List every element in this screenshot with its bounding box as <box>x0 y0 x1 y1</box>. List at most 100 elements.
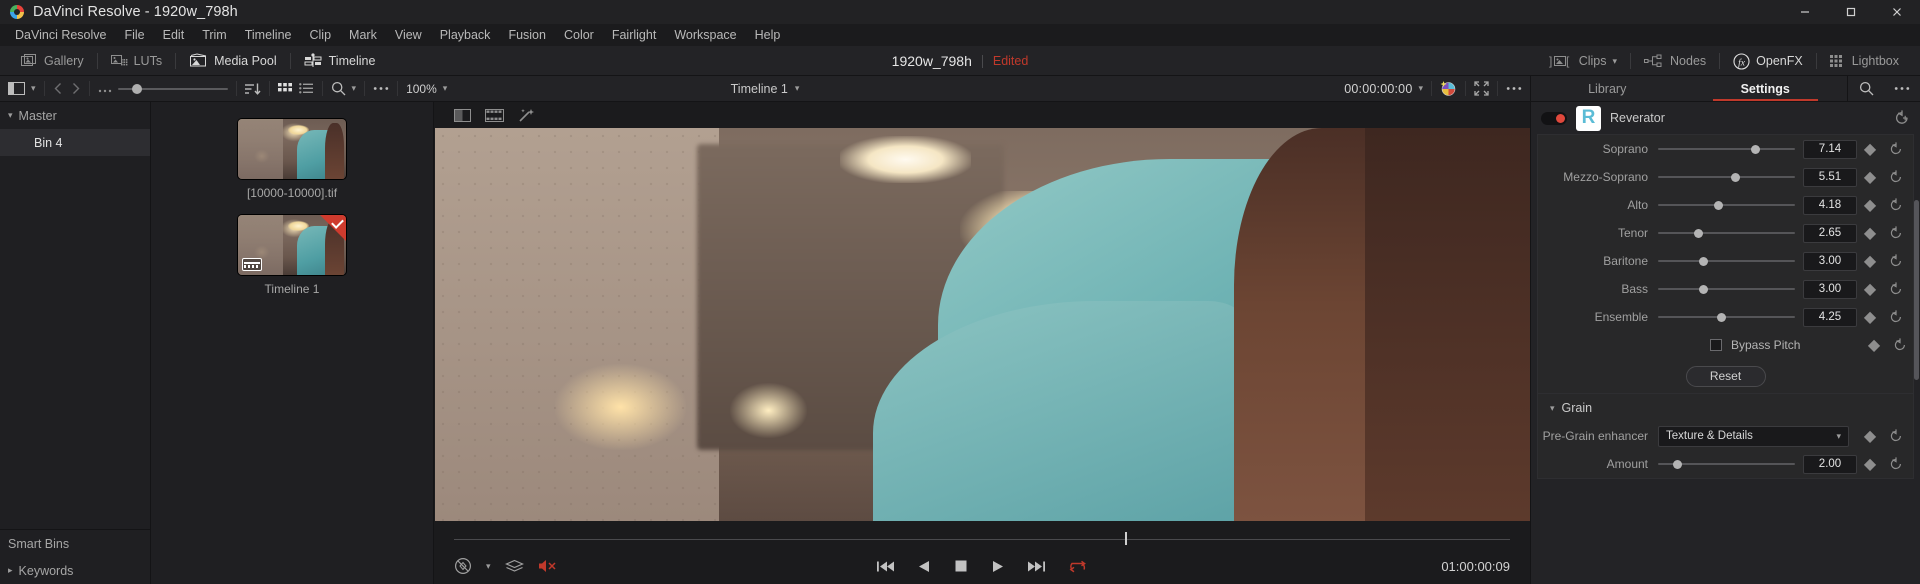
parameter-slider[interactable] <box>1658 307 1795 327</box>
viewer-timeline-name[interactable]: Timeline 1 <box>731 82 788 96</box>
slider-knob[interactable] <box>1714 200 1724 210</box>
expand-icon[interactable] <box>1474 81 1489 96</box>
search-icon[interactable] <box>1848 76 1884 102</box>
reset-icon[interactable] <box>1883 254 1909 268</box>
list-item[interactable]: [10000-10000].tif <box>151 118 433 200</box>
pre-grain-enhancer-dropdown[interactable]: Texture & Details ▾ <box>1658 425 1849 447</box>
slider-knob[interactable] <box>1673 459 1683 469</box>
video-preview[interactable] <box>434 128 1530 521</box>
menu-item-timeline[interactable]: Timeline <box>236 24 301 46</box>
menu-item-file[interactable]: File <box>115 24 153 46</box>
maximize-icon[interactable] <box>1828 0 1874 24</box>
gallery-button[interactable]: Gallery <box>8 46 97 76</box>
keyframe-icon[interactable]: ◆ <box>1857 223 1883 243</box>
reset-icon[interactable] <box>1883 226 1909 240</box>
clips-button[interactable]: ][ Clips ▾ <box>1536 46 1630 76</box>
chevron-down-icon[interactable]: ▾ <box>31 83 36 94</box>
parameter-value[interactable]: 4.25 <box>1803 307 1857 327</box>
parameter-slider[interactable] <box>1658 454 1795 474</box>
menu-item-mark[interactable]: Mark <box>340 24 386 46</box>
keyframe-icon[interactable]: ◆ <box>1857 426 1883 446</box>
parameter-slider[interactable] <box>1658 167 1795 187</box>
thumbnail-zoom-slider[interactable] <box>117 82 228 96</box>
stop-icon[interactable] <box>954 559 968 573</box>
chevron-down-icon[interactable]: ▾ <box>1550 403 1555 414</box>
menu-item-workspace[interactable]: Workspace <box>665 24 745 46</box>
menu-item-davinci-resolve[interactable]: DaVinci Resolve <box>6 24 115 46</box>
parameter-value[interactable]: 2.00 <box>1803 454 1857 474</box>
reset-icon[interactable] <box>1883 457 1909 471</box>
menu-item-clip[interactable]: Clip <box>301 24 341 46</box>
viewer-scrubber[interactable] <box>454 530 1510 548</box>
parameter-slider[interactable] <box>1658 251 1795 271</box>
menu-item-help[interactable]: Help <box>746 24 790 46</box>
keyframe-icon[interactable]: ◆ <box>1857 167 1883 187</box>
slider-knob[interactable] <box>131 83 142 94</box>
chevron-down-icon[interactable]: ▾ <box>795 83 800 94</box>
keyframe-icon[interactable]: ◆ <box>1857 307 1883 327</box>
parameter-value[interactable]: 5.51 <box>1803 167 1857 187</box>
chevron-down-icon[interactable]: ▾ <box>8 110 13 121</box>
keyframe-icon[interactable]: ◆ <box>1857 251 1883 271</box>
parameter-slider[interactable] <box>1658 279 1795 299</box>
loop-icon[interactable] <box>1068 559 1088 574</box>
lightbox-button[interactable]: Lightbox <box>1817 46 1912 76</box>
jump-to-start-icon[interactable] <box>876 559 895 574</box>
grid-view-icon[interactable] <box>277 82 293 95</box>
split-view-icon[interactable] <box>454 108 471 122</box>
reset-icon[interactable] <box>1883 142 1909 156</box>
sidebar-item-bin-4[interactable]: Bin 4 <box>0 129 150 156</box>
bin-master[interactable]: ▾ Master <box>0 102 150 129</box>
ellipsis-icon[interactable] <box>1506 82 1522 95</box>
menu-item-color[interactable]: Color <box>555 24 603 46</box>
parameter-value[interactable]: 3.00 <box>1803 279 1857 299</box>
clip-thumbnail[interactable] <box>237 118 347 180</box>
grain-section-header[interactable]: ▾ Grain <box>1538 394 1913 422</box>
slider-knob[interactable] <box>1730 172 1740 182</box>
close-icon[interactable] <box>1874 0 1920 24</box>
ellipsis-icon[interactable] <box>98 82 112 95</box>
effect-enable-toggle[interactable] <box>1541 111 1567 125</box>
magic-wand-icon[interactable] <box>518 108 535 123</box>
panel-toggle-icon[interactable] <box>8 82 25 95</box>
menu-item-trim[interactable]: Trim <box>193 24 236 46</box>
list-item[interactable]: Timeline 1 <box>151 214 433 296</box>
openfx-button[interactable]: fx OpenFX <box>1720 46 1816 76</box>
slider-knob[interactable] <box>1699 256 1709 266</box>
smart-bins-header[interactable]: Smart Bins <box>0 530 150 557</box>
menu-item-fusion[interactable]: Fusion <box>499 24 555 46</box>
chevron-left-icon[interactable] <box>53 82 64 95</box>
play-icon[interactable] <box>990 559 1005 574</box>
keyframe-icon[interactable]: ◆ <box>1861 335 1887 355</box>
keyframe-icon[interactable]: ◆ <box>1857 279 1883 299</box>
parameter-slider[interactable] <box>1658 223 1795 243</box>
ellipsis-icon[interactable] <box>373 82 389 95</box>
filmstrip-icon[interactable] <box>485 108 504 122</box>
color-wheel-icon[interactable] <box>1440 80 1457 97</box>
slider-knob[interactable] <box>1751 144 1761 154</box>
chevron-down-icon[interactable]: ▾ <box>352 83 357 94</box>
reset-button[interactable]: Reset <box>1685 365 1766 387</box>
parameter-slider[interactable] <box>1658 195 1795 215</box>
menu-item-view[interactable]: View <box>386 24 431 46</box>
keyframe-icon[interactable]: ◆ <box>1857 454 1883 474</box>
slider-knob[interactable] <box>1716 312 1726 322</box>
keyframe-icon[interactable]: ◆ <box>1857 195 1883 215</box>
sidebar-item-keywords[interactable]: ▸ Keywords <box>0 557 150 584</box>
parameter-slider[interactable] <box>1658 139 1795 159</box>
playhead[interactable] <box>1124 532 1127 545</box>
timeline-button[interactable]: Timeline <box>291 46 389 76</box>
reset-icon[interactable] <box>1883 282 1909 296</box>
keyframe-icon[interactable]: ◆ <box>1857 139 1883 159</box>
slider-knob[interactable] <box>1693 228 1703 238</box>
menu-item-playback[interactable]: Playback <box>431 24 500 46</box>
reset-icon[interactable] <box>1883 198 1909 212</box>
menu-item-fairlight[interactable]: Fairlight <box>603 24 665 46</box>
timeline-thumbnail[interactable] <box>237 214 347 276</box>
nodes-button[interactable]: Nodes <box>1631 46 1719 76</box>
ellipsis-icon[interactable] <box>1884 76 1920 102</box>
list-view-icon[interactable] <box>298 82 314 95</box>
parameter-value[interactable]: 3.00 <box>1803 251 1857 271</box>
parameter-value[interactable]: 7.14 <box>1803 139 1857 159</box>
menu-item-edit[interactable]: Edit <box>154 24 194 46</box>
